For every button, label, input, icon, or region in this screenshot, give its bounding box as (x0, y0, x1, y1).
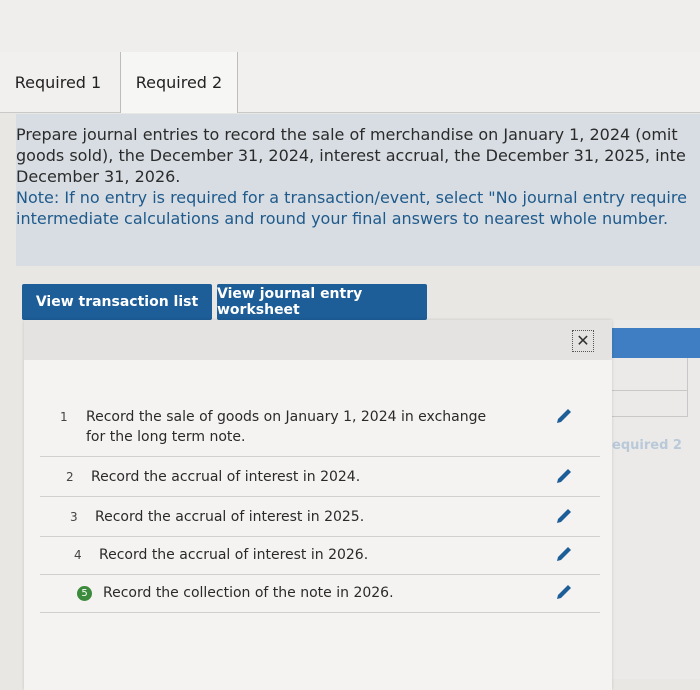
view-journal-entry-worksheet-button[interactable]: View journal entry worksheet (217, 284, 427, 320)
close-icon[interactable]: ✕ (572, 330, 594, 352)
tab-bar: Required 1 Required 2 (0, 52, 700, 113)
note-line: intermediate calculations and round your… (16, 209, 669, 228)
background-cell (604, 358, 688, 391)
popup-header: ✕ (24, 320, 612, 360)
background-cell (604, 390, 688, 417)
instructions-text: Prepare journal entries to record the sa… (16, 124, 700, 229)
instruction-line: goods sold), the December 31, 2024, inte… (16, 146, 686, 165)
transaction-number: 4 (74, 548, 82, 562)
instruction-line: Prepare journal entries to record the sa… (16, 125, 678, 144)
completed-badge: 5 (77, 586, 92, 601)
background-required-2-label: Required 2 (602, 438, 682, 453)
background-header-bar (610, 328, 700, 358)
tab-required-2[interactable]: Required 2 (120, 52, 238, 113)
transaction-row-3[interactable]: 3 Record the accrual of interest in 2025… (40, 496, 600, 537)
view-transaction-list-button[interactable]: View transaction list (22, 284, 212, 320)
top-background (0, 0, 700, 52)
transaction-text: Record the collection of the note in 202… (103, 585, 394, 601)
edit-pencil-icon[interactable] (554, 466, 574, 486)
transaction-text: Record the accrual of interest in 2024. (91, 469, 361, 485)
note-line: Note: If no entry is required for a tran… (16, 188, 687, 207)
transaction-text: Record the sale of goods on January 1, 2… (86, 409, 487, 425)
transaction-row-4[interactable]: 4 Record the accrual of interest in 2026… (40, 536, 600, 575)
transaction-list-popup: ✕ 1 Record the sale of goods on January … (24, 320, 612, 690)
transaction-number: 3 (70, 510, 78, 524)
tab-required-1[interactable]: Required 1 (0, 52, 116, 112)
transaction-row-5[interactable]: 5 Record the collection of the note in 2… (40, 574, 600, 613)
instructions-panel: Prepare journal entries to record the sa… (16, 114, 700, 266)
edit-pencil-icon[interactable] (554, 506, 574, 526)
transaction-number: 1 (60, 410, 68, 424)
transaction-text: for the long term note. (86, 429, 246, 445)
edit-pencil-icon[interactable] (554, 544, 574, 564)
transaction-text: Record the accrual of interest in 2025. (95, 509, 365, 525)
transaction-text: Record the accrual of interest in 2026. (99, 547, 369, 563)
transaction-row-1[interactable]: 1 Record the sale of goods on January 1,… (40, 396, 600, 457)
transaction-row-2[interactable]: 2 Record the accrual of interest in 2024… (40, 456, 600, 497)
edit-pencil-icon[interactable] (554, 406, 574, 426)
transaction-number: 2 (66, 470, 74, 484)
edit-pencil-icon[interactable] (554, 582, 574, 602)
instruction-line: December 31, 2026. (16, 167, 181, 186)
